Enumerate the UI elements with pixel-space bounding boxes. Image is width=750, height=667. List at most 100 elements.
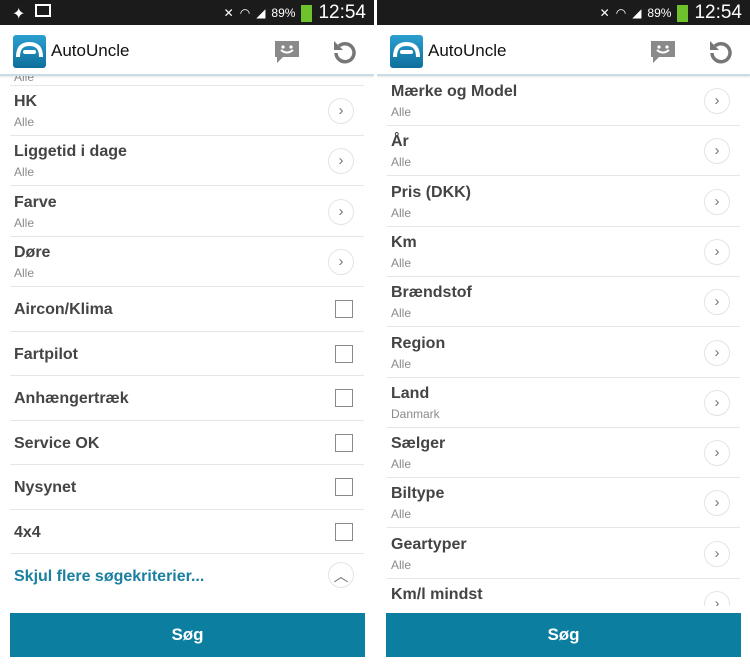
filter-title: Biltype [391, 485, 445, 503]
checkbox-row[interactable]: Anhængertræk [10, 376, 364, 421]
filter-row[interactable]: Geartyper Alle › [387, 529, 740, 579]
checkbox[interactable] [335, 344, 353, 363]
autouncle-logo-icon [390, 35, 423, 68]
filter-value: Alle [391, 457, 412, 472]
feedback-icon[interactable] [649, 38, 677, 66]
checkbox-row[interactable]: Service OK [10, 421, 364, 466]
app-bar: AutoUncle [0, 25, 374, 76]
filter-value: Alle [14, 265, 35, 280]
filter-row[interactable]: Km/l mindst › [387, 579, 740, 606]
filter-title: Km [391, 233, 417, 251]
toggle-more-criteria[interactable]: Skjul flere søgekriterier... ︿ [10, 554, 364, 604]
filter-value: Alle [391, 306, 412, 321]
app-bar: AutoUncle [377, 25, 750, 76]
chevron-right-icon[interactable]: › [704, 389, 730, 416]
filter-value: Alle [391, 557, 412, 572]
filter-value: Alle [391, 105, 412, 119]
checkbox[interactable] [335, 389, 353, 408]
filter-title: Liggetid i dage [14, 143, 127, 161]
chevron-right-icon[interactable]: › [704, 138, 730, 165]
chevron-right-icon[interactable]: › [704, 540, 730, 567]
chevron-right-icon[interactable]: › [704, 440, 730, 467]
checkbox[interactable] [335, 300, 353, 319]
chevron-right-icon[interactable]: › [328, 98, 354, 124]
filter-title: HK [14, 93, 38, 110]
filter-value: Alle [14, 215, 35, 230]
filter-title: Land [391, 384, 430, 402]
filter-row[interactable]: Liggetid i dage Alle › [10, 136, 364, 187]
refresh-icon[interactable] [331, 38, 359, 66]
search-button[interactable]: Søg [10, 613, 365, 657]
chevron-right-icon[interactable]: › [704, 490, 730, 517]
chevron-up-icon[interactable]: ︿ [328, 562, 354, 589]
signal-icon: ◢ [632, 6, 642, 20]
toggle-link[interactable]: Skjul flere søgekriterier... [14, 568, 204, 586]
clock: 12:54 [694, 2, 742, 23]
checkbox[interactable] [335, 478, 353, 497]
list-item-partial[interactable]: Alle [10, 76, 364, 86]
filter-row[interactable]: Pris (DKK) Alle › [387, 177, 740, 227]
chevron-right-icon[interactable]: › [704, 88, 730, 114]
filter-row[interactable]: Biltype Alle › [387, 478, 740, 529]
chevron-right-icon[interactable]: › [704, 289, 730, 316]
dropbox-icon: ✦ [12, 6, 26, 23]
filter-title: Sælger [391, 435, 446, 453]
checkbox-label: 4x4 [14, 523, 41, 541]
filter-row[interactable]: Land Danmark › [387, 378, 740, 428]
status-bar: ✦ ✕ ◠ ◢ 89% 12:54 [0, 0, 374, 25]
chevron-right-icon[interactable]: › [704, 591, 730, 606]
filter-row[interactable]: Farve Alle › [10, 187, 364, 237]
filter-title: Døre [14, 243, 51, 261]
filter-row[interactable]: Region Alle › [387, 328, 740, 378]
checkbox-label: Nysynet [14, 479, 77, 497]
filter-title: Farve [14, 193, 57, 211]
filter-title: Km/l mindst [391, 586, 483, 603]
chevron-right-icon[interactable]: › [704, 339, 730, 366]
filter-title: Geartyper [391, 535, 467, 553]
checkbox-row[interactable]: Aircon/Klima [10, 287, 364, 332]
search-button[interactable]: Søg [386, 613, 741, 657]
filter-title: Pris (DKK) [391, 183, 472, 201]
filter-row[interactable]: Sælger Alle › [387, 428, 740, 479]
chevron-right-icon[interactable]: › [704, 188, 730, 215]
left-screen: ✦ ✕ ◠ ◢ 89% 12:54 AutoUncle Alle HK Alle › L… [0, 0, 374, 667]
filter-row[interactable]: Mærke og Model Alle › [387, 76, 740, 126]
filter-list[interactable]: Alle HK Alle › Liggetid i dage Alle › Farve Alle… [0, 76, 374, 606]
checkbox[interactable] [335, 433, 353, 452]
checkbox-label: Service OK [14, 434, 100, 452]
signal-icon: ◢ [256, 6, 266, 20]
app-title: AutoUncle [428, 41, 507, 60]
chevron-right-icon[interactable]: › [328, 198, 354, 225]
mute-icon: ✕ [223, 6, 234, 20]
checkbox-label: Anhængertræk [14, 390, 129, 408]
filter-value: Alle [391, 155, 412, 170]
checkbox-label: Aircon/Klima [14, 301, 113, 319]
filter-row[interactable]: Brændstof Alle › [387, 277, 740, 328]
filter-value: Alle [391, 356, 412, 371]
filter-title: Mærke og Model [391, 83, 518, 100]
checkbox-label: Fartpilot [14, 345, 78, 363]
filter-row[interactable]: HK Alle › [10, 86, 364, 136]
checkbox[interactable] [335, 522, 353, 541]
refresh-icon[interactable] [707, 38, 735, 66]
filter-row[interactable]: År Alle › [387, 126, 740, 177]
filter-value: Alle [14, 165, 35, 180]
checkbox-row[interactable]: Fartpilot [10, 332, 364, 377]
filter-title: Brændstof [391, 284, 472, 302]
battery-icon [677, 4, 689, 22]
feedback-icon[interactable] [273, 38, 301, 66]
filter-list[interactable]: Mærke og Model Alle › År Alle › Pris (DKK) Alle… [377, 76, 750, 606]
filter-value: Alle [14, 115, 35, 129]
battery-percent: 89% [271, 6, 296, 20]
chevron-right-icon[interactable]: › [704, 238, 730, 265]
filter-row[interactable]: Km Alle › [387, 227, 740, 277]
checkbox-row[interactable]: 4x4 [10, 510, 364, 555]
chevron-right-icon[interactable]: › [328, 148, 354, 175]
filter-row[interactable]: Døre Alle › [10, 237, 364, 287]
item-value: Alle [14, 76, 35, 84]
filter-value: Alle [391, 507, 412, 522]
wifi-icon: ◠ [239, 6, 251, 20]
wifi-icon: ◠ [615, 6, 627, 20]
chevron-right-icon[interactable]: › [328, 248, 354, 275]
checkbox-row[interactable]: Nysynet [10, 465, 364, 510]
